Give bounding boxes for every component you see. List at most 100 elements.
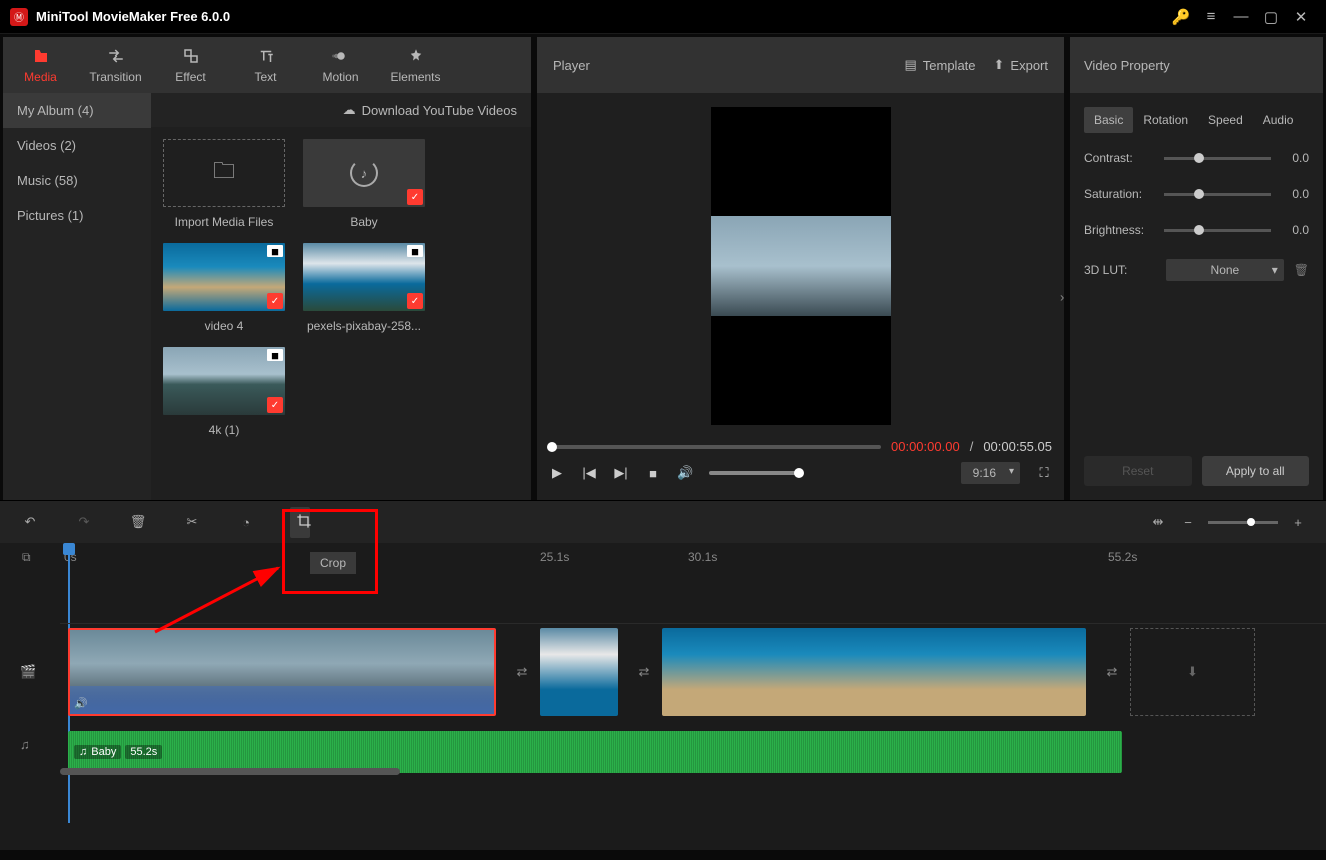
prop-tab-audio[interactable]: Audio	[1253, 107, 1304, 133]
zoom-in-button[interactable]: +	[1288, 515, 1308, 530]
cloud-download-icon: ☁	[343, 102, 356, 118]
saturation-value: 0.0	[1279, 187, 1309, 201]
music-icon: ♫	[79, 746, 87, 758]
close-icon[interactable]: ✕	[1286, 8, 1316, 26]
tab-text[interactable]: Text	[228, 37, 303, 93]
tab-motion[interactable]: Motion	[303, 37, 378, 93]
timeline-clip-1[interactable]: 🔊	[68, 628, 496, 716]
title-bar: Ⓜ MiniTool MovieMaker Free 6.0.0 🔑 ≡ — ▢…	[0, 0, 1326, 34]
contrast-slider[interactable]	[1164, 157, 1271, 160]
crop-button[interactable]	[290, 507, 310, 538]
snap-icon[interactable]: ⇹	[1148, 514, 1168, 530]
check-icon: ✓	[407, 293, 423, 309]
key-icon[interactable]: 🔑	[1166, 8, 1196, 26]
media-item-video4[interactable]: ■ ✓ video 4	[163, 243, 285, 333]
tab-elements[interactable]: Elements	[378, 37, 453, 93]
speed-button[interactable]: ◔	[236, 515, 256, 530]
timeline-panel: ↶ ↷ 🗑 ✂ ◔ ⇹ − + ⧉ 0s 25.1s 30.1s 55.2s 🎬	[0, 500, 1326, 850]
reset-button[interactable]: Reset	[1084, 456, 1192, 486]
next-frame-button[interactable]: ▶|	[613, 465, 629, 481]
export-button[interactable]: ⬆ Export	[994, 57, 1048, 73]
track-toggle-icon[interactable]: ⧉	[22, 550, 31, 565]
prop-tab-speed[interactable]: Speed	[1198, 107, 1253, 133]
preview-still	[711, 216, 891, 316]
play-button[interactable]: ▶	[549, 465, 565, 481]
check-icon: ✓	[267, 397, 283, 413]
split-button[interactable]: ✂	[182, 514, 202, 530]
media-item-baby[interactable]: ♪ ✓ Baby	[303, 139, 425, 229]
check-icon: ✓	[267, 293, 283, 309]
brightness-value: 0.0	[1279, 223, 1309, 237]
lut-dropdown[interactable]: None	[1166, 259, 1284, 281]
saturation-slider[interactable]	[1164, 193, 1271, 196]
brightness-label: Brightness:	[1084, 223, 1156, 237]
template-button[interactable]: ▤ Template	[904, 57, 975, 73]
video-preview[interactable]	[711, 107, 891, 425]
crop-tooltip: Crop	[310, 552, 356, 574]
maximize-icon[interactable]: ▢	[1256, 8, 1286, 26]
menu-icon[interactable]: ≡	[1196, 8, 1226, 25]
property-title: Video Property	[1070, 37, 1323, 93]
download-youtube-button[interactable]: ☁ Download YouTube Videos	[151, 93, 531, 127]
saturation-label: Saturation:	[1084, 187, 1156, 201]
export-icon: ⬆	[994, 57, 1005, 73]
clip-audio-icon: 🔊	[74, 697, 88, 710]
audio-track-icon: ♫	[20, 737, 30, 752]
delete-button[interactable]: 🗑	[128, 514, 148, 530]
media-item-4k[interactable]: ■ ✓ 4k (1)	[163, 347, 285, 437]
sidebar-item-music[interactable]: Music (58)	[3, 163, 151, 198]
video-icon: ■	[407, 245, 423, 257]
tab-media[interactable]: Media	[3, 37, 78, 93]
video-track: 🎬 🔊 ⇄ ⇄ ⇄ ⬇	[60, 623, 1326, 719]
brightness-slider[interactable]	[1164, 229, 1271, 232]
horizontal-scrollbar[interactable]	[60, 768, 400, 775]
zoom-out-button[interactable]: −	[1178, 515, 1198, 530]
empty-clip-slot[interactable]: ⬇	[1130, 628, 1255, 716]
collapse-icon[interactable]: ›	[1060, 289, 1064, 304]
timeline-ruler[interactable]: ⧉ 0s 25.1s 30.1s 55.2s	[0, 543, 1326, 571]
contrast-value: 0.0	[1279, 151, 1309, 165]
tab-transition[interactable]: Transition	[78, 37, 153, 93]
sidebar-item-videos[interactable]: Videos (2)	[3, 128, 151, 163]
apply-all-button[interactable]: Apply to all	[1202, 456, 1310, 486]
trash-icon[interactable]: 🗑	[1294, 263, 1309, 277]
check-icon: ✓	[407, 189, 423, 205]
prop-tab-rotation[interactable]: Rotation	[1133, 107, 1198, 133]
lut-label: 3D LUT:	[1084, 263, 1156, 277]
redo-button[interactable]: ↷	[74, 514, 94, 530]
timeline-clip-2[interactable]	[540, 628, 618, 716]
top-tabs: Media Transition Effect Text Motion Elem…	[3, 37, 531, 93]
prop-tab-basic[interactable]: Basic	[1084, 107, 1133, 133]
minimize-icon[interactable]: —	[1226, 8, 1256, 25]
media-sidebar: My Album (4) Videos (2) Music (58) Pictu…	[3, 93, 151, 500]
contrast-label: Contrast:	[1084, 151, 1156, 165]
undo-button[interactable]: ↶	[20, 514, 40, 530]
timeline-toolbar: ↶ ↷ 🗑 ✂ ◔ ⇹ − +	[0, 501, 1326, 543]
seek-bar[interactable]	[549, 445, 881, 449]
player-title: Player	[553, 58, 886, 73]
zoom-slider[interactable]	[1208, 521, 1278, 524]
aspect-ratio-dropdown[interactable]: 9:16	[961, 462, 1020, 484]
audio-clip[interactable]: ♫ Baby 55.2s	[68, 731, 1122, 773]
volume-icon[interactable]: 🔊	[677, 465, 693, 481]
import-media-button[interactable]: 🗀 Import Media Files	[163, 139, 285, 229]
sidebar-item-myalbum[interactable]: My Album (4)	[3, 93, 151, 128]
media-item-pexels[interactable]: ■ ✓ pexels-pixabay-258...	[303, 243, 425, 333]
property-panel: Video Property › Basic Rotation Speed Au…	[1070, 37, 1323, 500]
app-title: MiniTool MovieMaker Free 6.0.0	[36, 9, 1166, 24]
prev-frame-button[interactable]: |◀	[581, 465, 597, 481]
stop-button[interactable]: ■	[645, 466, 661, 481]
transition-icon[interactable]: ⇄	[1098, 658, 1126, 686]
folder-icon: 🗀	[213, 154, 235, 192]
time-current: 00:00:00.00	[891, 439, 960, 454]
time-total: 00:00:55.05	[983, 439, 1052, 454]
transition-icon[interactable]: ⇄	[630, 658, 658, 686]
music-note-icon: ♪	[350, 159, 378, 187]
volume-slider[interactable]	[709, 471, 799, 475]
fullscreen-button[interactable]: ⛶	[1036, 465, 1052, 481]
timeline-clip-3[interactable]	[662, 628, 1086, 716]
transition-icon[interactable]: ⇄	[508, 658, 536, 686]
sidebar-item-pictures[interactable]: Pictures (1)	[3, 198, 151, 233]
media-panel: Media Transition Effect Text Motion Elem…	[3, 37, 531, 500]
tab-effect[interactable]: Effect	[153, 37, 228, 93]
